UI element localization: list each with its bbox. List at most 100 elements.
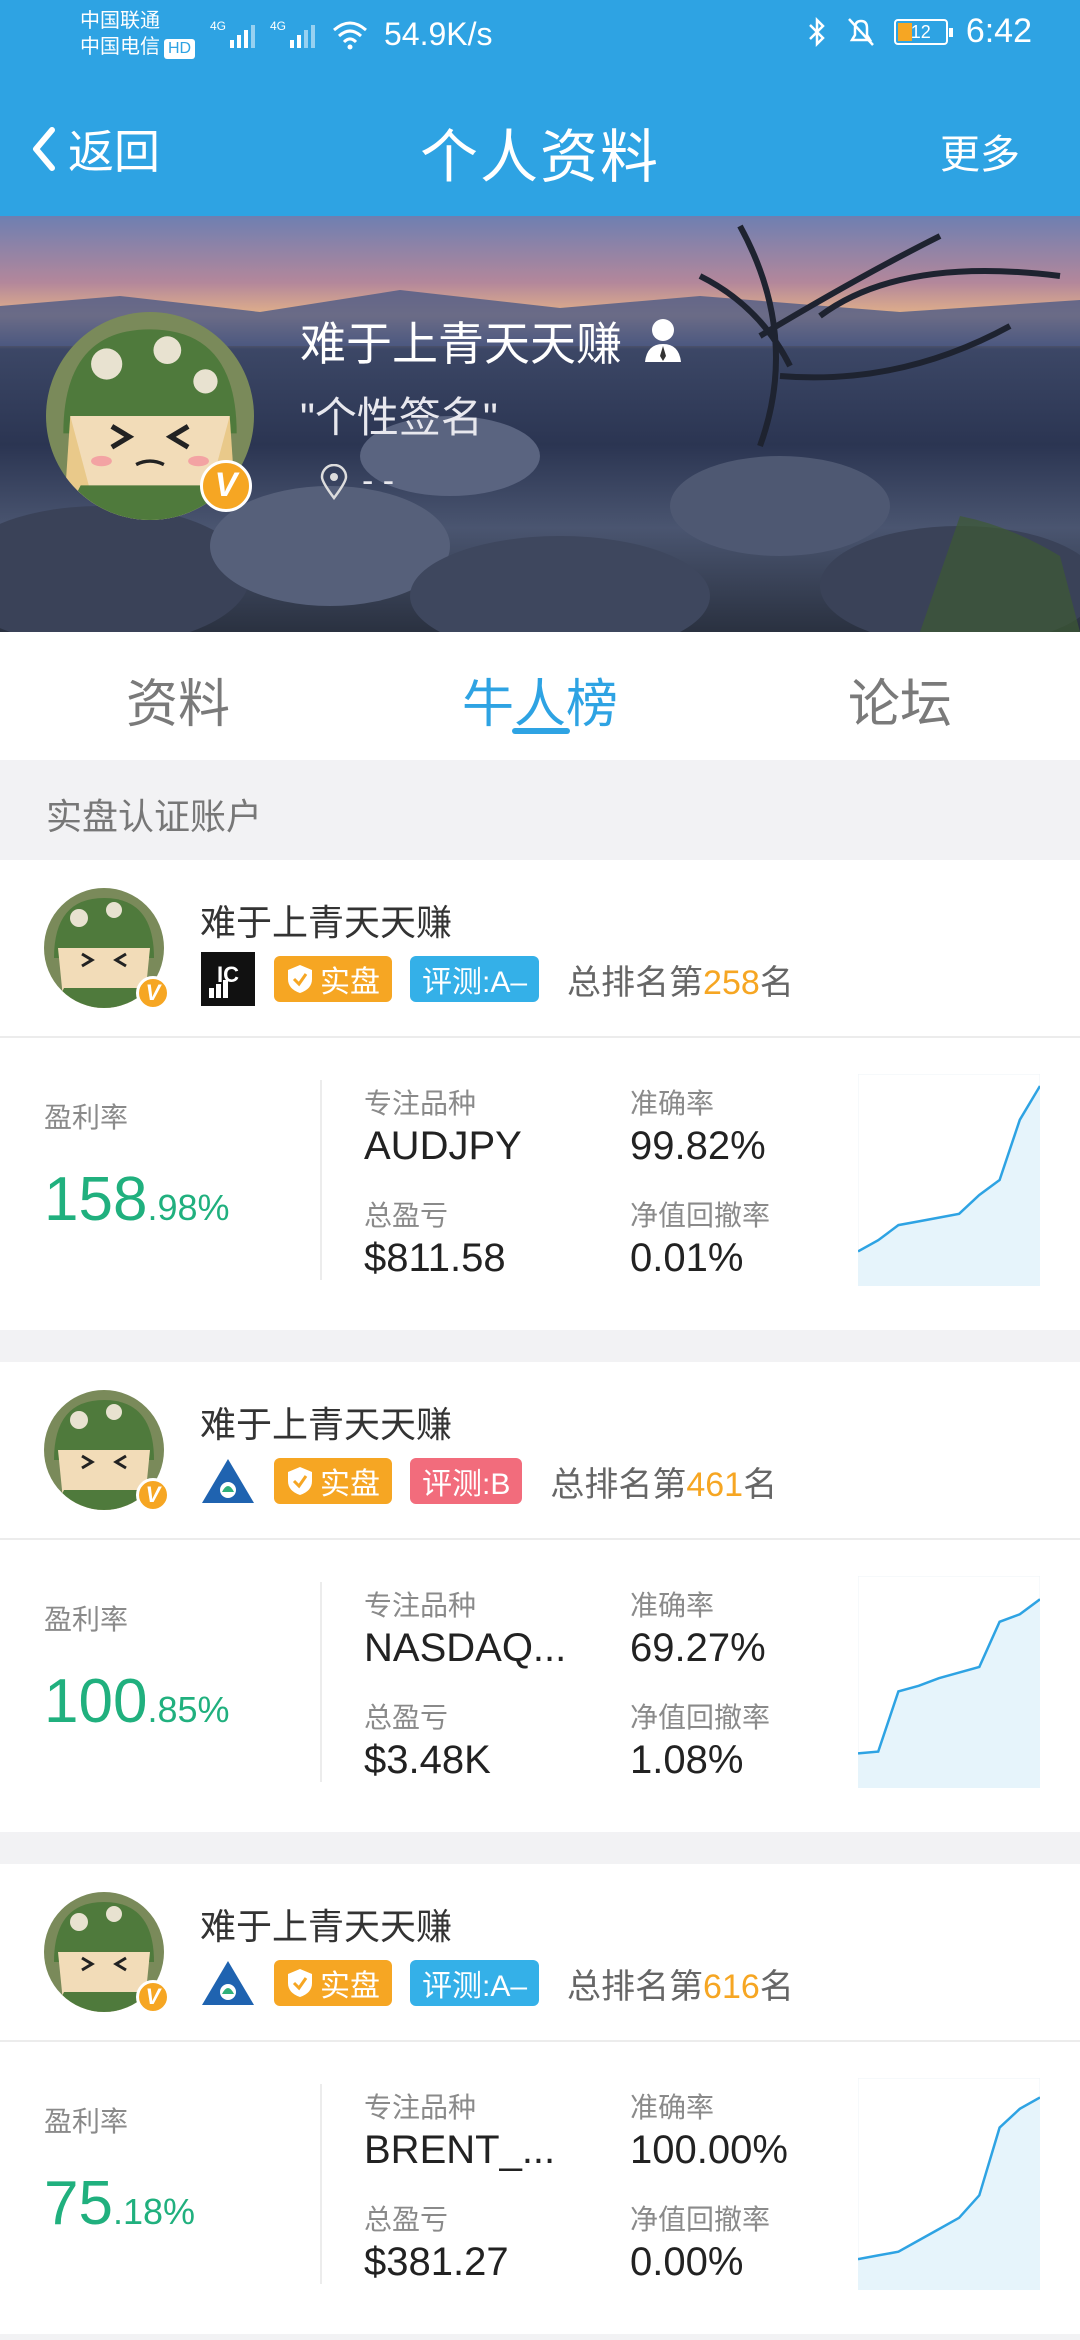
profile-name-text: 难于上青天天赚 [300,318,622,370]
profit-rate-value: 100.85% [44,1666,230,1737]
svg-text:IC: IC [217,962,239,987]
verified-tag: 实盘 [274,1458,392,1504]
total-pl-value: $381.27 [364,2240,509,2284]
accuracy-label: 准确率 [630,2092,715,2123]
accuracy-value: 100.00% [630,2128,788,2172]
rank-suffix: 名 [759,1967,794,2006]
account-meta: IC 实盘 评测:A– 总排名第258名 [200,952,794,1006]
profit-rate-dec: .18% [112,2191,196,2232]
signal-icon: 4G [210,19,255,48]
rank-number: 461 [686,1465,744,1504]
divider [0,1036,1080,1038]
rank-prefix: 总排名第 [567,1967,704,2006]
verified-tag-text: 实盘 [320,1970,380,2003]
grade-tag: 评测:A– [410,956,540,1002]
account-meta: 实盘 评测:B 总排名第461名 [200,1454,777,1508]
rank-number: 258 [703,963,760,1002]
profit-rate-int: 100 [44,1667,148,1736]
account-card-1[interactable]: V 难于上青天天赚 IC 实盘 评测:A– 总排名第258名 盈利率 158.9… [0,860,1080,1330]
accuracy-value: 99.82% [630,1124,766,1168]
nav-bar: 返回 个人资料 更多 [0,72,1080,216]
rank-prefix: 总排名第 [567,963,704,1002]
bell-muted-icon [847,17,874,46]
net-type-1: 4G [210,19,226,33]
broker-logo-icon [200,1956,256,2010]
divider [0,1538,1080,1540]
profile-signature: "个性签名" [300,394,498,441]
accuracy-value: 69.27% [630,1626,766,1670]
tab-bar: 资料 牛人榜 论坛 [0,632,1080,760]
status-bar: 中国联通 中国电信 HD 4G 4G 54.9K/s 12 6:42 [0,0,1080,72]
total-rank: 总排名第258名 [567,955,794,1004]
account-name: 难于上青天天赚 [200,1404,453,1445]
total-pl-value: $811.58 [364,1236,506,1280]
drawdown-label: 净值回撤率 [630,1200,771,1231]
wifi-icon [333,21,367,50]
profile-location: - - [320,462,394,501]
more-button[interactable]: 更多 [940,122,1020,180]
profit-rate-label: 盈利率 [44,1604,129,1635]
verified-v-badge-icon: V [136,1478,170,1512]
focus-label: 专注品种 [364,1590,477,1621]
focus-label: 专注品种 [364,1088,477,1119]
drawdown-value: 0.01% [630,1236,744,1280]
total-pl-label: 总盈亏 [364,2204,449,2235]
location-text: - - [362,462,395,500]
profit-rate-int: 75 [44,2169,113,2238]
battery-icon: 12 [893,18,953,45]
carrier-info: 中国联通 中国电信 HD [80,8,196,60]
profit-rate-value: 158.98% [44,1164,230,1235]
vertical-divider [320,1582,322,1782]
equity-sparkline [858,2078,1040,2290]
drawdown-value: 0.00% [630,2240,744,2284]
accuracy-label: 准确率 [630,1590,715,1621]
total-rank: 总排名第616名 [567,1959,794,2008]
grade-tag: 评测:A– [410,1960,540,2006]
verified-tag-text: 实盘 [320,1468,380,1501]
divider [0,2040,1080,2042]
location-pin-icon [320,463,348,500]
shield-check-icon [288,1969,312,1997]
user-icon [644,319,681,362]
bluetooth-icon [808,16,825,47]
network-speed: 54.9K/s [384,16,493,52]
section-title: 实盘认证账户 [46,796,263,837]
page-title: 个人资料 [419,125,660,190]
verified-v-badge-icon: V [136,976,170,1010]
verified-v-badge-icon: V [200,460,252,512]
rank-number: 616 [703,1967,760,2006]
total-pl-value: $3.48K [364,1738,491,1782]
focus-label: 专注品种 [364,2092,477,2123]
rank-suffix: 名 [743,1465,778,1504]
active-tab-indicator [512,728,570,734]
focus-value: AUDJPY [364,1124,522,1168]
account-meta: 实盘 评测:A– 总排名第616名 [200,1956,794,2010]
drawdown-label: 净值回撤率 [630,2204,771,2235]
focus-value: BRENT_... [364,2128,556,2172]
carrier-1: 中国联通 [80,10,160,32]
account-card-2[interactable]: V 难于上青天天赚 实盘 评测:B 总排名第461名 盈利率 100.85% 专… [0,1362,1080,1832]
tab-info[interactable]: 资料 [126,662,230,737]
account-card-3[interactable]: V 难于上青天天赚 实盘 评测:A– 总排名第616名 盈利率 75.18% 专… [0,1864,1080,2334]
account-name: 难于上青天天赚 [200,1906,453,1947]
verified-v-badge-icon: V [136,1980,170,2014]
total-rank: 总排名第461名 [550,1457,777,1506]
equity-sparkline [858,1074,1040,1286]
tab-forum[interactable]: 论坛 [848,662,952,737]
total-pl-label: 总盈亏 [364,1200,449,1231]
broker-logo-icon [200,1454,256,1508]
profit-rate-label: 盈利率 [44,1102,129,1133]
focus-value: NASDAQ... [364,1626,567,1670]
carrier-2: 中国电信 [80,36,160,58]
verified-tag-text: 实盘 [320,966,380,999]
shield-check-icon [288,965,312,993]
profit-rate-dec: .98% [147,1187,230,1228]
rank-suffix: 名 [759,963,794,1002]
grade-tag: 评测:B [410,1458,523,1504]
clock: 6:42 [965,12,1032,50]
profile-header: V 难于上青天天赚 "个性签名" - - [0,216,1080,632]
profit-rate-dec: .85% [147,1689,230,1730]
broker-logo-icon: IC [200,952,256,1006]
accuracy-label: 准确率 [630,1088,715,1119]
tab-leaderboard[interactable]: 牛人榜 [462,662,618,737]
